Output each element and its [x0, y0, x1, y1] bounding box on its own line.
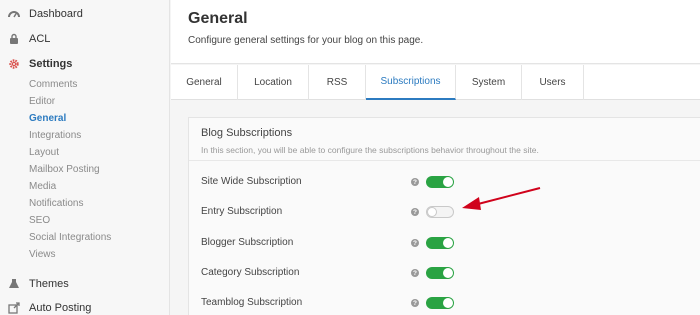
- annotation-arrow-icon: [462, 187, 541, 210]
